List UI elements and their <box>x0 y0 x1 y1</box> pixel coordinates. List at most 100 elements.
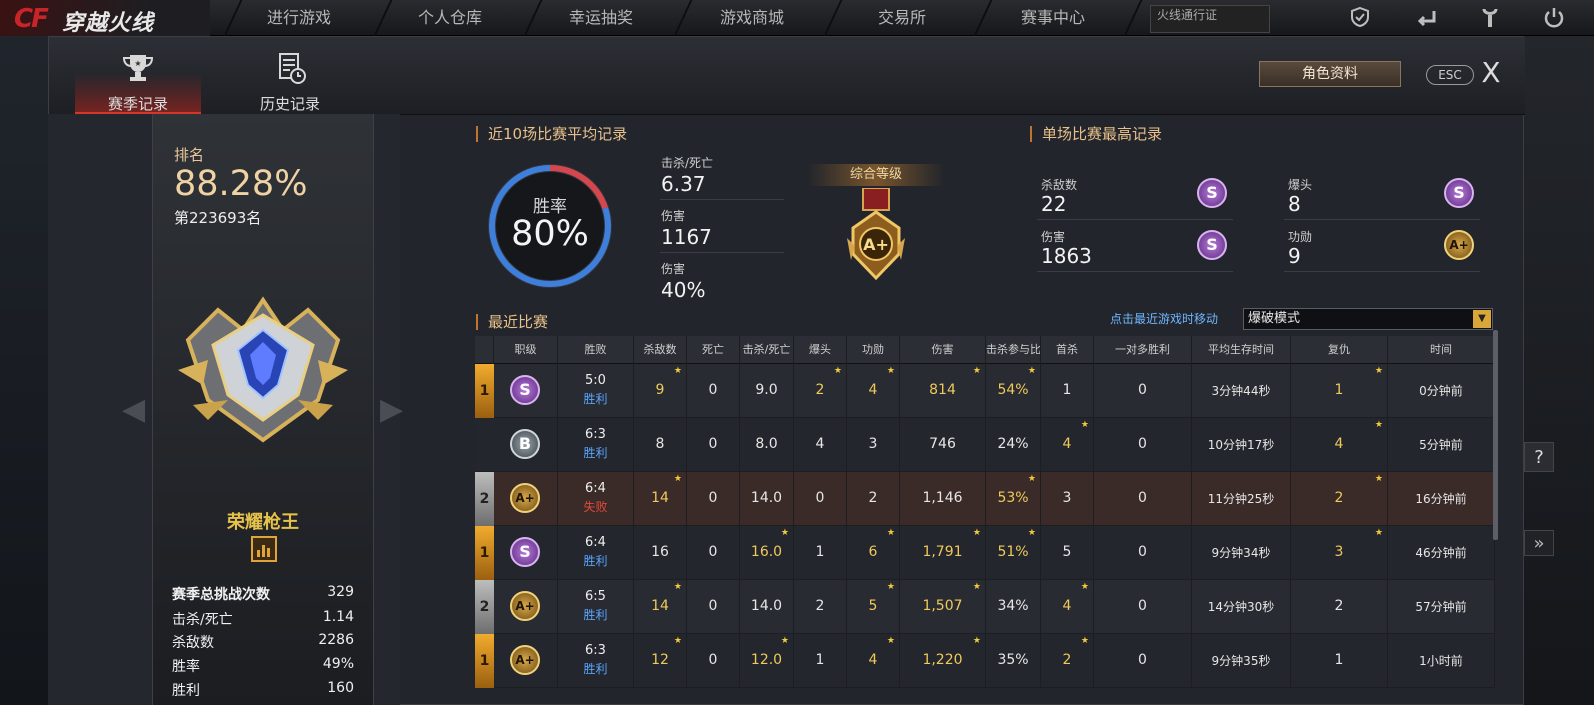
star-icon: ★ <box>833 366 842 376</box>
esc-button[interactable]: ESC <box>1426 65 1474 85</box>
damage-cell: 1,146 <box>900 472 986 526</box>
tab-season-record[interactable]: ★ 赛季记录 <box>75 47 201 115</box>
time-value: 46分钟前 <box>1415 546 1467 560</box>
nav-play[interactable]: 进行游戏 <box>224 0 374 36</box>
star-icon: ★ <box>1027 528 1036 538</box>
table-scrollbar[interactable] <box>1493 330 1498 540</box>
season-pass-button[interactable]: 火线通行证 <box>1150 5 1270 33</box>
revenge-cell: 3 ★ <box>1291 526 1388 580</box>
star-icon: ★ <box>972 366 981 376</box>
col-result-header[interactable]: 胜败 <box>558 336 634 364</box>
revenge-cell: 2 ★ <box>1291 472 1388 526</box>
deaths-cell: 0 <box>687 364 740 418</box>
grade-aplus-icon: A+ <box>510 483 540 513</box>
damage-value: 1,220 <box>922 652 963 668</box>
survival-value: 9分钟35秒 <box>1211 654 1271 668</box>
stats-chart-icon[interactable] <box>251 536 277 562</box>
table-row[interactable]: 1 A+ 6:3 胜利 12 ★ 0 12.0 ★ 1 4 ★ 1,220 ★ 35% 2 ★ 0 9分钟35秒 1 1… <box>475 634 1495 688</box>
col-deaths-header[interactable]: 死亡 <box>687 336 740 364</box>
table-row[interactable]: 2 A+ 6:5 胜利 14 ★ 0 14.0 2 5 ★ 1,507 ★ 34% 4 ★ 0 14分钟30秒 2 5… <box>475 580 1495 634</box>
tab-history-record[interactable]: 历史记录 <box>227 47 353 115</box>
col-kd-header[interactable]: 击杀/死亡 <box>740 336 794 364</box>
kd-cell: 12.0 ★ <box>740 634 794 688</box>
power-icon[interactable] <box>1542 6 1566 30</box>
table-row[interactable]: 2 A+ 6:4 失败 14 ★ 0 14.0 0 2 1,146 53% ★ 3 0 11分钟25秒 2 ★ 16… <box>475 472 1495 526</box>
clutch-cell: 0 <box>1094 472 1192 526</box>
col-time-header[interactable]: 时间 <box>1388 336 1495 364</box>
headshots-cell: 1 <box>794 634 847 688</box>
star-icon: ★ <box>886 366 895 376</box>
star-icon: ★ <box>780 636 789 646</box>
nav-events[interactable]: 赛事中心 <box>978 0 1128 36</box>
move-to-recent-link[interactable]: 点击最近游戏时移动 <box>1110 310 1218 327</box>
table-row[interactable]: 1 S 6:4 胜利 16 0 16.0 ★ 1 6 ★ 1,791 ★ 51% ★ 5 0 9分钟34秒 3 ★ 46… <box>475 526 1495 580</box>
clutch-cell: 0 <box>1094 364 1192 418</box>
clutch-cell: 0 <box>1094 526 1192 580</box>
background-right <box>1524 36 1594 705</box>
first-kill-cell: 4 ★ <box>1041 418 1094 472</box>
col-revenge-header[interactable]: 复仇 <box>1291 336 1388 364</box>
avg-damage: 伤害 1167 <box>660 205 784 253</box>
best-kills: 杀敌数 22 S <box>1037 170 1233 220</box>
recent-matches-table: 职级 胜败 杀敌数 死亡 击杀/死亡 爆头 功勋 伤害 击杀参与比 首杀 一对多胜利 平均生存时间 复仇… <box>475 336 1495 705</box>
nav-inventory[interactable]: 个人仓库 <box>375 0 525 36</box>
close-icon[interactable]: X <box>1477 57 1505 89</box>
table-row[interactable]: 1 S 5:0 胜利 9 ★ 0 9.0 2 ★ 4 ★ 814 ★ 54% ★ 1 0 3分钟44秒 1 ★ 0分钟前 <box>475 364 1495 418</box>
col-kills-header[interactable]: 杀敌数 <box>634 336 687 364</box>
revenge-cell: 2 <box>1291 580 1388 634</box>
recent-section-title: 最近比赛 <box>476 314 548 330</box>
result-cell: 6:4 失败 <box>558 472 634 526</box>
kd-value: 14.0 <box>750 598 783 614</box>
col-clutch-header[interactable]: 一对多胜利 <box>1094 336 1192 364</box>
next-badge-icon[interactable]: ▶ <box>380 392 403 427</box>
chevron-down-icon[interactable]: ▼ <box>1473 310 1491 328</box>
col-first-kill-header[interactable]: 首杀 <box>1041 336 1094 364</box>
character-profile-button[interactable]: 角色资料 <box>1259 61 1401 87</box>
avg-kd: 击杀/死亡 6.37 <box>660 152 784 200</box>
shield-icon[interactable] <box>1348 6 1372 30</box>
kills-value: 14 <box>651 598 669 614</box>
first-kill-value: 3 <box>1062 490 1072 506</box>
participation-value: 35% <box>997 652 1029 668</box>
mode-select[interactable]: 爆破模式 ▼ <box>1243 308 1493 330</box>
col-merit-header[interactable]: 功勋 <box>847 336 900 364</box>
return-icon[interactable] <box>1415 6 1439 30</box>
survival-cell: 9分钟34秒 <box>1192 526 1291 580</box>
participation-value: 54% <box>997 382 1029 398</box>
expand-icon[interactable]: » <box>1524 530 1554 556</box>
match-score: 6:5 <box>585 589 606 604</box>
star-icon: ★ <box>1027 474 1036 484</box>
damage-value: 746 <box>929 436 956 452</box>
grade-aplus-icon: A+ <box>1444 230 1474 260</box>
col-damage-header[interactable]: 伤害 <box>900 336 986 364</box>
clutch-value: 0 <box>1138 598 1147 614</box>
participation-cell: 35% <box>986 634 1041 688</box>
wrench-icon[interactable] <box>1478 6 1502 30</box>
deaths-cell: 0 <box>687 418 740 472</box>
col-participation-header[interactable]: 击杀参与比 <box>986 336 1041 364</box>
grade-s-icon: S <box>1197 230 1227 260</box>
first-kill-value: 4 <box>1062 598 1072 614</box>
damage-cell: 1,220 ★ <box>900 634 986 688</box>
match-score: 6:4 <box>585 535 606 550</box>
rank-position: 第223693名 <box>174 209 262 227</box>
headshots-cell: 2 ★ <box>794 364 847 418</box>
nav-lottery[interactable]: 幸运抽奖 <box>526 0 676 36</box>
rank-strip: 1 <box>475 364 494 418</box>
col-survival-header[interactable]: 平均生存时间 <box>1192 336 1291 364</box>
clutch-cell: 0 <box>1094 580 1192 634</box>
table-row[interactable]: B 6:3 胜利 8 0 8.0 4 3 746 24% 4 ★ 0 10分钟17秒 4 ★ 5分钟前 <box>475 418 1495 472</box>
nav-shop[interactable]: 游戏商城 <box>677 0 827 36</box>
nav-exchange[interactable]: 交易所 <box>827 0 977 36</box>
star-icon: ★ <box>673 582 682 592</box>
help-icon[interactable]: ? <box>1524 442 1554 472</box>
game-logo: CF 穿越火线 <box>0 0 210 36</box>
prev-badge-icon[interactable]: ◀ <box>122 392 145 427</box>
kills-cell: 8 <box>634 418 687 472</box>
match-result: 胜利 <box>583 446 608 460</box>
mode-select-value: 爆破模式 <box>1248 311 1301 326</box>
col-headshots-header[interactable]: 爆头 <box>794 336 847 364</box>
col-grade-header[interactable]: 职级 <box>494 336 558 364</box>
headshots-value: 2 <box>815 382 825 398</box>
headshots-value: 4 <box>815 436 825 452</box>
